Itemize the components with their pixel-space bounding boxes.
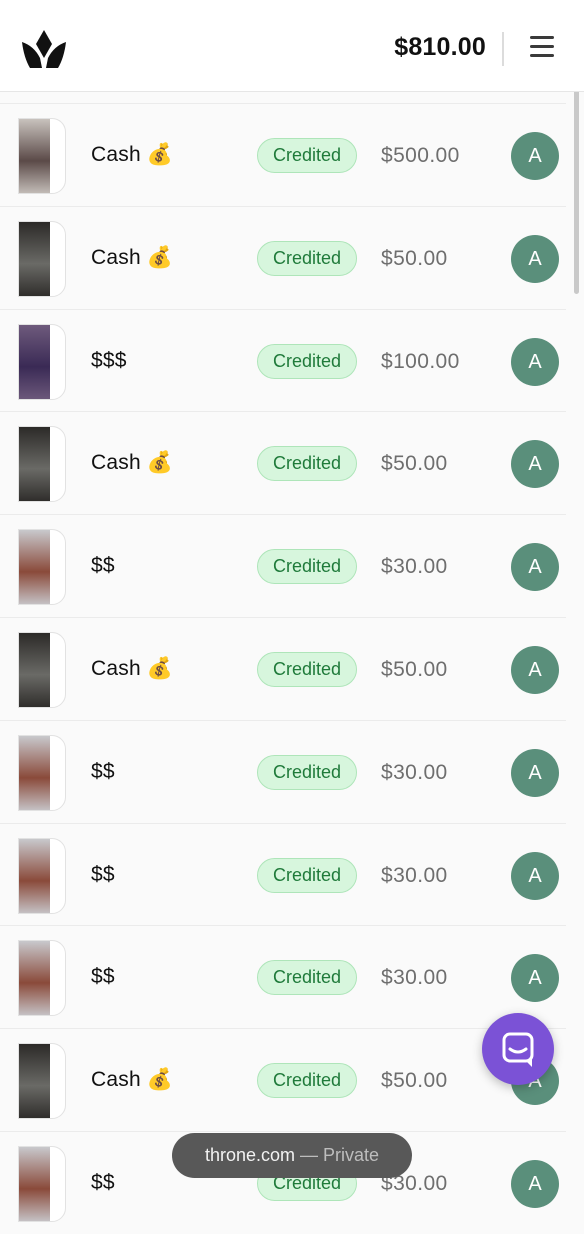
item-name: Cash 💰	[91, 656, 174, 680]
item-name: $$	[91, 759, 115, 783]
gifter-avatar[interactable]: A	[511, 543, 559, 592]
item-name: $$$	[91, 348, 127, 372]
throne-logo-icon[interactable]	[20, 28, 68, 70]
item-photo	[19, 324, 50, 399]
item-photo	[19, 735, 50, 810]
item-name: Cash 💰	[91, 451, 174, 475]
item-photo	[19, 427, 50, 502]
status-badge: Credited	[257, 549, 357, 585]
transaction-row[interactable]: Cash 💰 Credited $50.00 A	[0, 205, 566, 309]
amount: $30.00	[381, 555, 448, 579]
transaction-row[interactable]: $$ Credited $30.00 A	[0, 719, 566, 823]
gifter-avatar[interactable]: A	[511, 748, 559, 797]
item-thumbnail[interactable]	[18, 529, 66, 606]
item-photo	[19, 941, 50, 1016]
amount: $50.00	[381, 657, 448, 681]
transaction-row[interactable]: $$$ Credited $100.00 A	[0, 308, 566, 412]
amount: $50.00	[381, 246, 448, 270]
transaction-row[interactable]: $$ Credited $30.00 A	[0, 822, 566, 926]
private-mode-label: — Private	[300, 1145, 380, 1165]
item-photo	[19, 1146, 50, 1221]
item-thumbnail[interactable]	[18, 940, 66, 1017]
item-thumbnail[interactable]	[18, 837, 66, 914]
item-photo	[19, 221, 50, 296]
item-name: $$	[91, 1170, 115, 1194]
gifter-avatar[interactable]: A	[511, 954, 559, 1003]
account-balance: $810.00	[394, 33, 486, 61]
status-badge: Credited	[257, 857, 357, 893]
status-badge: Credited	[257, 446, 357, 482]
gifter-avatar[interactable]: A	[511, 234, 559, 283]
transaction-row[interactable]: Cash 💰 Credited $500.00 A	[0, 103, 566, 206]
menu-line	[530, 36, 554, 39]
item-name: Cash 💰	[91, 143, 174, 166]
item-name: $$	[91, 862, 115, 886]
header-divider	[502, 32, 504, 66]
menu-line	[530, 45, 554, 48]
hamburger-menu-icon[interactable]	[524, 36, 560, 64]
item-thumbnail[interactable]	[18, 118, 66, 194]
item-name: Cash 💰	[91, 1068, 174, 1092]
status-badge: Credited	[257, 343, 357, 379]
amount: $50.00	[381, 452, 448, 476]
status-badge: Credited	[257, 651, 357, 687]
gifter-avatar[interactable]: A	[511, 337, 559, 386]
item-name: $$	[91, 554, 115, 578]
amount: $500.00	[381, 144, 460, 167]
transaction-row[interactable]: Cash 💰 Credited $50.00 A	[0, 411, 566, 514]
top-bar: $810.00	[0, 0, 584, 92]
item-thumbnail[interactable]	[18, 220, 66, 297]
gifter-avatar[interactable]: A	[511, 132, 559, 180]
item-photo	[19, 632, 50, 707]
item-thumbnail[interactable]	[18, 426, 66, 503]
transaction-row[interactable]: $$ Credited $30.00 A	[0, 514, 566, 617]
amount: $50.00	[381, 1069, 448, 1093]
item-thumbnail[interactable]	[18, 323, 66, 400]
url-domain: throne.com	[204, 1145, 295, 1165]
gifter-avatar[interactable]: A	[511, 440, 559, 489]
amount: $100.00	[381, 349, 460, 373]
item-photo	[19, 119, 50, 193]
item-thumbnail[interactable]	[18, 1145, 66, 1222]
item-thumbnail[interactable]	[18, 1043, 66, 1120]
chat-bubble-icon	[502, 1032, 534, 1067]
status-badge: Credited	[257, 960, 357, 996]
item-photo	[19, 530, 50, 605]
status-badge: Credited	[257, 240, 357, 276]
item-photo	[19, 838, 50, 913]
item-photo	[19, 1044, 50, 1119]
status-badge: Credited	[257, 754, 357, 790]
item-thumbnail[interactable]	[18, 631, 66, 708]
item-name: Cash 💰	[91, 245, 174, 269]
gifter-avatar[interactable]: A	[511, 645, 559, 694]
scrollbar[interactable]	[574, 58, 579, 294]
status-badge: Credited	[257, 1063, 357, 1099]
gifter-avatar[interactable]: A	[511, 1159, 559, 1208]
amount: $30.00	[381, 863, 448, 887]
browser-url-pill[interactable]: throne.com — Private	[172, 1133, 412, 1178]
status-badge: Credited	[257, 138, 357, 173]
item-name: $$	[91, 965, 115, 989]
chat-support-button[interactable]	[482, 1013, 554, 1085]
transaction-row[interactable]: Cash 💰 Credited $50.00 A	[0, 616, 566, 720]
gifter-avatar[interactable]: A	[511, 851, 559, 900]
menu-line	[530, 54, 554, 57]
amount: $30.00	[381, 966, 448, 990]
item-thumbnail[interactable]	[18, 734, 66, 811]
amount: $30.00	[381, 760, 448, 784]
